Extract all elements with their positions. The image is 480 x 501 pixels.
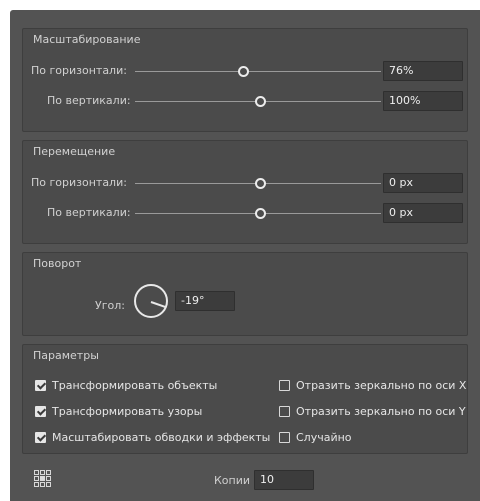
scale-horizontal-label: По горизонтали: bbox=[31, 64, 127, 77]
transform-objects-label: Трансформировать объекты bbox=[52, 379, 218, 392]
reflect-x-checkbox[interactable] bbox=[279, 380, 290, 391]
move-vertical-slider-thumb[interactable] bbox=[254, 208, 266, 219]
scale-strokes-checkbox[interactable] bbox=[35, 432, 46, 443]
scale-vertical-row: По вертикали: 100% bbox=[23, 91, 467, 113]
options-group: Параметры Трансформировать объекты Транс… bbox=[22, 344, 468, 454]
move-vertical-label: По вертикали: bbox=[47, 206, 131, 219]
scale-group: Масштабирование По горизонтали: 76% По в… bbox=[22, 28, 468, 132]
move-vertical-input[interactable]: 0 px bbox=[383, 203, 463, 223]
scale-vertical-slider-thumb[interactable] bbox=[254, 96, 266, 107]
move-horizontal-label: По горизонтали: bbox=[31, 176, 127, 189]
scale-horizontal-slider-thumb[interactable] bbox=[237, 66, 249, 77]
angle-label: Угол: bbox=[95, 299, 125, 312]
scale-strokes-label: Масштабировать обводки и эффекты bbox=[52, 431, 271, 444]
scale-horizontal-track[interactable] bbox=[135, 71, 381, 72]
rotate-group-title: Поворот bbox=[33, 257, 82, 270]
angle-input[interactable]: -19° bbox=[175, 291, 235, 311]
reflect-y-label: Отразить зеркально по оси Y bbox=[296, 405, 466, 418]
angle-dial-needle bbox=[150, 301, 166, 308]
angle-dial[interactable] bbox=[134, 284, 168, 318]
reflect-x-label: Отразить зеркально по оси X bbox=[296, 379, 467, 392]
random-label: Случайно bbox=[296, 431, 352, 444]
reflect-y-checkbox[interactable] bbox=[279, 406, 290, 417]
rotate-group: Поворот Угол: -19° bbox=[22, 252, 468, 336]
move-vertical-row: По вертикали: 0 px bbox=[23, 203, 467, 225]
scale-vertical-input[interactable]: 100% bbox=[383, 91, 463, 111]
scale-vertical-label: По вертикали: bbox=[47, 94, 131, 107]
move-horizontal-row: По горизонтали: 0 px bbox=[23, 173, 467, 195]
transform-each-dialog: Масштабирование По горизонтали: 76% По в… bbox=[10, 10, 480, 501]
scale-group-title: Масштабирование bbox=[33, 33, 141, 46]
move-group-title: Перемещение bbox=[33, 145, 116, 158]
transform-patterns-checkbox[interactable] bbox=[35, 406, 46, 417]
transform-objects-checkbox[interactable] bbox=[35, 380, 46, 391]
move-group: Перемещение По горизонтали: 0 px По верт… bbox=[22, 140, 468, 244]
move-horizontal-input[interactable]: 0 px bbox=[383, 173, 463, 193]
options-group-title: Параметры bbox=[33, 349, 99, 362]
reference-point-grid-icon[interactable] bbox=[34, 470, 52, 488]
copies-input[interactable]: 10 bbox=[254, 470, 314, 490]
transform-patterns-label: Трансформировать узоры bbox=[52, 405, 203, 418]
scale-horizontal-row: По горизонтали: 76% bbox=[23, 61, 467, 83]
move-horizontal-slider-thumb[interactable] bbox=[254, 178, 266, 189]
scale-horizontal-input[interactable]: 76% bbox=[383, 61, 463, 81]
random-checkbox[interactable] bbox=[279, 432, 290, 443]
copies-label: Копии bbox=[214, 474, 251, 487]
